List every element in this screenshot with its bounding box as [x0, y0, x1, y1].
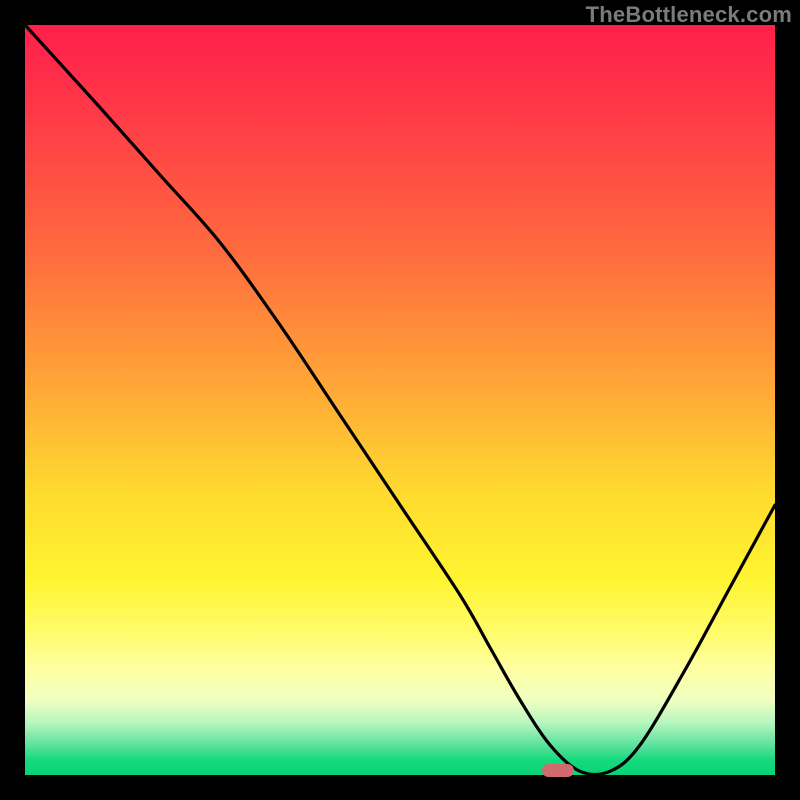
chart-frame: TheBottleneck.com: [0, 0, 800, 800]
optimal-marker: [542, 764, 574, 777]
plot-area: [25, 25, 775, 775]
bottleneck-curve: [25, 25, 775, 775]
